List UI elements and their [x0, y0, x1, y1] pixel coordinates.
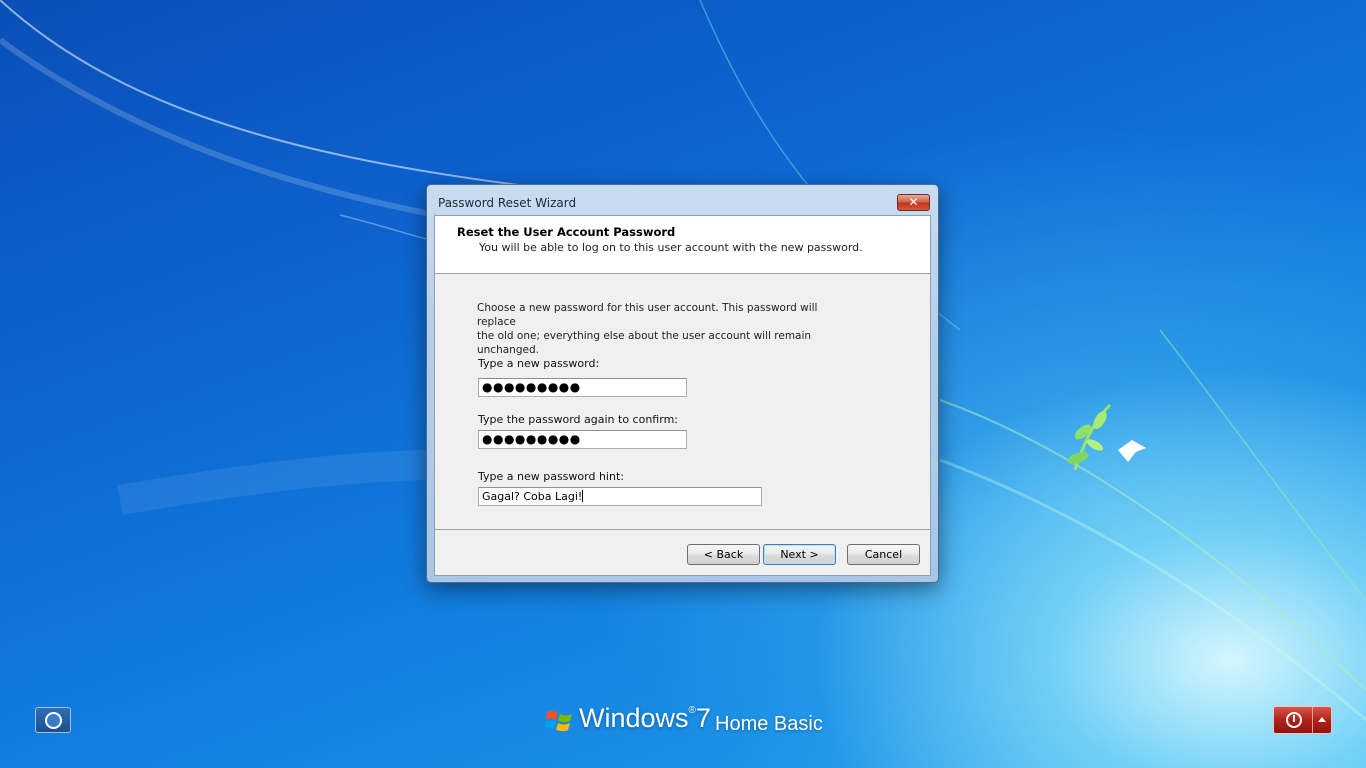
close-icon: ✕ [908, 195, 919, 209]
cancel-button[interactable]: Cancel [847, 544, 920, 565]
instructions-text: Choose a new password for this user acco… [477, 301, 857, 357]
confirm-password-input[interactable]: ●●●●●●●●● [478, 430, 687, 449]
bird-branch-decoration [1067, 403, 1146, 471]
next-button[interactable]: Next > [763, 544, 836, 565]
windows-wordmark: Windows®7 [579, 703, 711, 733]
password-reset-wizard-dialog: Password Reset Wizard ✕ Reset the User A… [426, 184, 939, 583]
product-name: Windows [579, 703, 689, 733]
title-bar[interactable]: Password Reset Wizard ✕ [427, 185, 938, 215]
password-hint-value: Gagal? Coba Lagi! [482, 490, 583, 503]
wizard-page-subtitle: You will be able to log on to this user … [479, 241, 863, 254]
close-button[interactable]: ✕ [897, 194, 930, 211]
dialog-title: Password Reset Wizard [438, 196, 577, 210]
chevron-up-icon [1318, 717, 1326, 722]
instructions-line-2: the old one; everything else about the u… [477, 330, 812, 356]
edition-name: Home Basic [715, 713, 823, 735]
password-hint-label: Type a new password hint: [478, 470, 624, 483]
dialog-client-area: Reset the User Account Password You will… [434, 215, 931, 576]
power-options-button[interactable] [1313, 707, 1331, 733]
shutdown-button[interactable] [1274, 707, 1313, 733]
ease-of-access-icon [45, 712, 62, 729]
ease-of-access-button[interactable] [35, 707, 71, 733]
wizard-page-title: Reset the User Account Password [457, 225, 676, 239]
confirm-password-label: Type the password again to confirm: [478, 413, 678, 426]
new-password-label: Type a new password: [478, 357, 600, 370]
power-icon-bar [1293, 715, 1295, 722]
text-caret [582, 490, 584, 502]
instructions-line-1: Choose a new password for this user acco… [477, 302, 818, 328]
footer-divider [435, 529, 930, 530]
windows-flag-icon [545, 710, 572, 732]
password-hint-input[interactable]: Gagal? Coba Lagi! [478, 487, 762, 506]
power-button-group [1273, 706, 1332, 734]
new-password-input[interactable]: ●●●●●●●●● [478, 378, 687, 397]
product-version: 7 [695, 703, 711, 733]
back-button[interactable]: < Back [687, 544, 760, 565]
wizard-header: Reset the User Account Password You will… [435, 216, 930, 274]
